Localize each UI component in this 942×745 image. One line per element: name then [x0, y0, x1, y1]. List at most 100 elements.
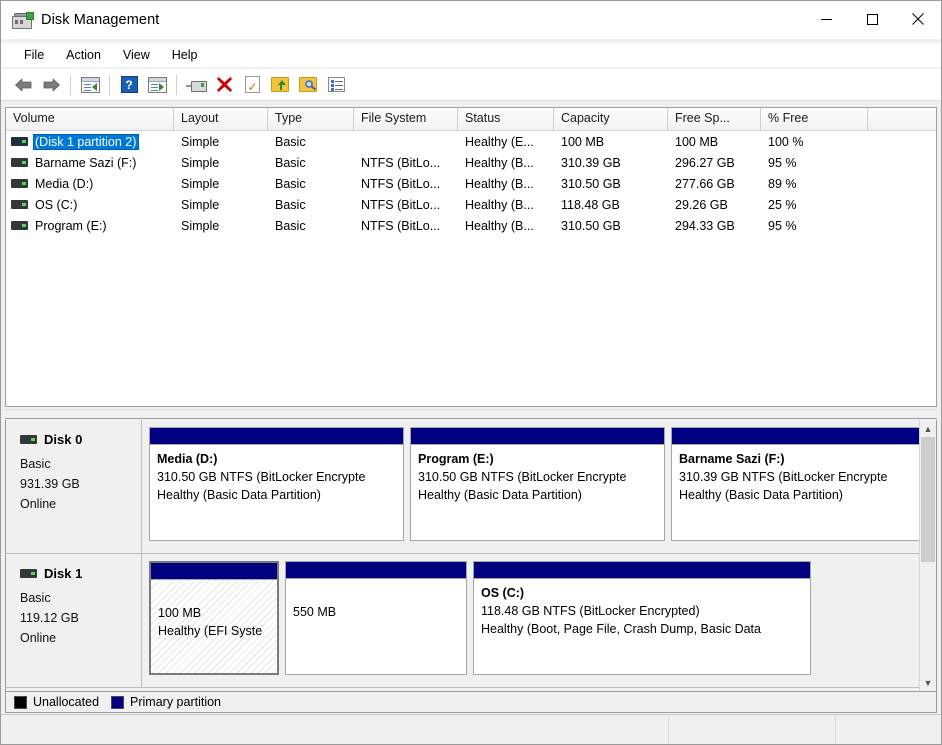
table-row[interactable]: OS (C:) Simple Basic NTFS (BitLo... Heal… — [6, 194, 936, 215]
partition-details: 550 MB — [286, 579, 466, 674]
disk-name: Disk 1 — [44, 566, 83, 581]
capacity-cell: 310.39 GB — [561, 155, 621, 170]
partition-details: 100 MB Healthy (EFI Syste — [151, 580, 277, 673]
file-system-cell: NTFS (BitLo... — [361, 155, 441, 170]
column-header-free-space[interactable]: Free Sp... — [668, 108, 761, 130]
partition-color-bar — [286, 562, 466, 579]
disk-status: Online — [20, 497, 57, 511]
column-header-volume[interactable]: Volume — [6, 108, 174, 130]
partition-block[interactable]: 550 MB — [285, 561, 467, 675]
partition-block[interactable]: OS (C:) 118.48 GB NTFS (BitLocker Encryp… — [473, 561, 811, 675]
menu-item-help[interactable]: Help — [161, 45, 209, 65]
partition-name: OS (C:) — [481, 586, 525, 600]
status-cell: Healthy (B... — [465, 218, 534, 233]
table-row[interactable]: (Disk 1 partition 2) Simple Basic Health… — [6, 131, 936, 152]
disk-name: Disk 0 — [44, 432, 83, 447]
disk-drive-icon — [20, 435, 37, 444]
partition-color-bar — [672, 428, 925, 445]
close-button[interactable] — [895, 1, 941, 37]
layout-cell: Simple — [181, 176, 220, 191]
type-cell: Basic — [275, 134, 306, 149]
pane-splitter[interactable] — [5, 409, 937, 419]
table-row[interactable]: Media (D:) Simple Basic NTFS (BitLo... H… — [6, 173, 936, 194]
column-header-capacity[interactable]: Capacity — [554, 108, 668, 130]
search-folder-icon[interactable] — [294, 72, 322, 98]
partition-color-bar — [150, 428, 403, 445]
partition-block[interactable]: Program (E:) 310.50 GB NTFS (BitLocker E… — [410, 427, 665, 541]
title-bar: Disk Management — [1, 1, 941, 39]
partition-block-selected[interactable]: 100 MB Healthy (EFI Syste — [149, 561, 279, 675]
scroll-up-icon[interactable]: ▲ — [920, 420, 936, 437]
partition-strip-1: 100 MB Healthy (EFI Syste 550 MB OS (C:)… — [142, 554, 936, 687]
disk-type: Basic — [20, 591, 51, 605]
delete-icon[interactable] — [210, 72, 238, 98]
toolbar-separator — [176, 74, 177, 95]
column-header-file-system[interactable]: File System — [354, 108, 458, 130]
free-space-cell: 294.33 GB — [675, 218, 735, 233]
scrollbar-track[interactable] — [920, 437, 936, 674]
column-header-layout[interactable]: Layout — [174, 108, 268, 130]
partition-strip-0: Media (D:) 310.50 GB NTFS (BitLocker Enc… — [142, 420, 936, 553]
drive-properties-icon[interactable] — [182, 72, 210, 98]
table-row[interactable]: Barname Sazi (F:) Simple Basic NTFS (Bit… — [6, 152, 936, 173]
volume-cell: Barname Sazi (F:) — [6, 155, 174, 171]
status-cell: Healthy (B... — [465, 176, 534, 191]
scrollbar-thumb[interactable] — [921, 437, 935, 562]
minimize-button[interactable] — [803, 1, 849, 37]
disk-info-1[interactable]: Disk 1 Basic 119.12 GB Online — [6, 554, 142, 687]
status-segment-tertiary — [836, 715, 941, 744]
menu-item-action[interactable]: Action — [55, 45, 112, 65]
partition-status: Healthy (Boot, Page File, Crash Dump, Ba… — [481, 622, 761, 636]
partition-status: Healthy (Basic Data Partition) — [418, 488, 582, 502]
disk-row-0[interactable]: Disk 0 Basic 931.39 GB Online Media (D:)… — [6, 420, 936, 554]
partition-block[interactable]: Media (D:) 310.50 GB NTFS (BitLocker Enc… — [149, 427, 404, 541]
status-segment-secondary — [669, 715, 836, 744]
status-bar — [1, 714, 941, 744]
partition-details: Program (E:) 310.50 GB NTFS (BitLocker E… — [411, 445, 664, 540]
disk-header-0: Disk 0 — [20, 432, 141, 447]
volume-name: (Disk 1 partition 2) — [33, 133, 140, 150]
disk-info-0[interactable]: Disk 0 Basic 931.39 GB Online — [6, 420, 142, 553]
list-view-icon[interactable] — [322, 72, 350, 98]
rescan-disks-icon[interactable]: ✓ — [238, 72, 266, 98]
disk-status: Online — [20, 631, 57, 645]
show-action-pane-icon[interactable] — [143, 72, 171, 98]
partition-size-fs: 100 MB — [158, 606, 202, 620]
graphical-pane-scrollbar[interactable]: ▲ ▼ — [919, 420, 936, 691]
table-row[interactable]: Program (E:) Simple Basic NTFS (BitLo...… — [6, 215, 936, 236]
volume-name: OS (C:) — [35, 197, 78, 212]
disk-row-1[interactable]: Disk 1 Basic 119.12 GB Online 100 MB Hea… — [6, 554, 936, 688]
partition-status: Healthy (Basic Data Partition) — [679, 488, 843, 502]
capacity-cell: 100 MB — [561, 134, 605, 149]
menu-item-file[interactable]: File — [13, 45, 55, 65]
back-arrow-icon[interactable] — [9, 72, 37, 98]
volume-drive-icon — [11, 137, 28, 146]
percent-free-cell: 95 % — [768, 218, 797, 233]
scroll-down-icon[interactable]: ▼ — [920, 674, 936, 691]
free-space-cell: 296.27 GB — [675, 155, 735, 170]
type-cell: Basic — [275, 176, 306, 191]
partition-name: Media (D:) — [157, 452, 218, 466]
volume-cell: Program (E:) — [6, 218, 174, 234]
volume-name: Media (D:) — [35, 176, 94, 191]
partition-name: Program (E:) — [418, 452, 494, 466]
column-header-type[interactable]: Type — [268, 108, 354, 130]
help-icon[interactable]: ? — [115, 72, 143, 98]
volume-cell: Media (D:) — [6, 176, 174, 192]
column-header-status[interactable]: Status — [458, 108, 554, 130]
extend-volume-icon[interactable] — [266, 72, 294, 98]
disk-management-window: Disk Management File Action View Help ? … — [0, 0, 942, 745]
status-cell: Healthy (B... — [465, 197, 534, 212]
column-header-blank[interactable] — [868, 108, 936, 130]
legend-label-primary: Primary partition — [130, 695, 222, 709]
volume-name: Program (E:) — [35, 218, 107, 233]
window-title: Disk Management — [41, 12, 160, 28]
column-header-percent-free[interactable]: % Free — [761, 108, 868, 130]
toolbar-separator — [109, 74, 110, 95]
forward-arrow-icon[interactable] — [37, 72, 65, 98]
maximize-button[interactable] — [849, 1, 895, 37]
menu-item-view[interactable]: View — [112, 45, 161, 65]
partition-block[interactable]: Barname Sazi (F:) 310.39 GB NTFS (BitLoc… — [671, 427, 926, 541]
status-cell: Healthy (B... — [465, 155, 534, 170]
show-hide-console-tree-icon[interactable] — [76, 72, 104, 98]
